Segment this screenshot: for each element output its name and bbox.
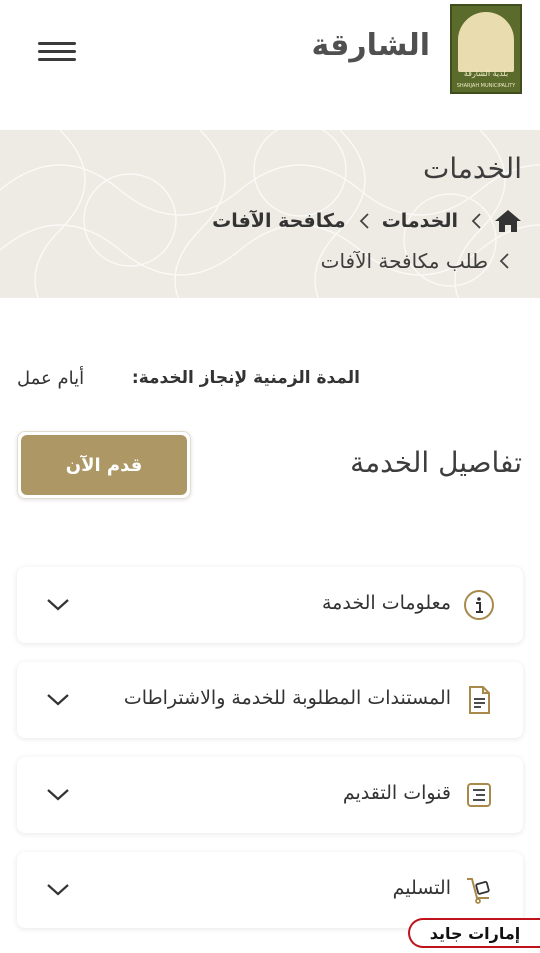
breadcrumb-current-page: طلب مكافحة الآفات: [320, 249, 488, 273]
document-icon: [469, 686, 490, 714]
hamburger-menu-icon[interactable]: [38, 40, 76, 64]
logo-emblem: [458, 12, 514, 72]
accordion-delivery[interactable]: التسليم: [17, 852, 523, 928]
sharjah-municipality-logo[interactable]: بلدية الشارقة SHARJAH MUNICIPALITY: [450, 4, 522, 94]
chevron-down-icon[interactable]: [45, 785, 71, 803]
accordion-label: قنوات التقديم: [342, 782, 451, 804]
accordion-service-info[interactable]: معلومات الخدمة: [17, 567, 523, 643]
service-duration-label: المدة الزمنية لإنجاز الخدمة:: [132, 368, 360, 388]
breadcrumb-pest-control-link[interactable]: مكافحة الآفات: [212, 210, 346, 232]
breadcrumb-services-link[interactable]: الخدمات: [382, 210, 458, 232]
breadcrumb: الخدمات مكافحة الآفات: [212, 206, 522, 236]
logo-text-en: SHARJAH MUNICIPALITY: [456, 83, 516, 89]
accordion-required-documents[interactable]: المستندات المطلوبة للخدمة والاشتراطات: [17, 662, 523, 738]
home-icon[interactable]: [494, 208, 522, 234]
accordion-application-channels[interactable]: قنوات التقديم: [17, 757, 523, 833]
delivery-icon: [467, 878, 490, 904]
chevron-left-icon: [359, 213, 369, 229]
brand-title: الشارقة: [311, 28, 430, 63]
chevron-down-icon[interactable]: [45, 880, 71, 898]
service-details-title: تفاصيل الخدمة: [350, 446, 522, 479]
duration-label: المدة الزمنية لإنجاز الخدمة:: [131, 368, 360, 388]
chevron-down-icon[interactable]: [45, 690, 71, 708]
watermark-text: إمارات جايد: [429, 923, 521, 943]
accordion-label: المستندات المطلوبة للخدمة والاشتراطات: [123, 687, 451, 709]
apply-now-button[interactable]: قدم الآن: [17, 431, 191, 499]
page-title: الخدمات: [423, 152, 522, 185]
watermark-badge: إمارات جايد: [408, 918, 540, 948]
chevron-left-icon: [471, 213, 481, 229]
page-banner: الخدمات الخدمات مكافحة الآفات طلب مكافحة…: [0, 130, 540, 298]
apply-now-label: قدم الآن: [21, 435, 187, 495]
channels-icon: [467, 783, 491, 807]
app-header: بلدية الشارقة SHARJAH MUNICIPALITY الشار…: [0, 0, 540, 130]
info-icon: [464, 590, 494, 620]
breadcrumb-current: طلب مكافحة الآفات: [321, 246, 510, 276]
logo-text-ar: بلدية الشارقة: [463, 69, 509, 78]
chevron-down-icon[interactable]: [45, 595, 71, 613]
chevron-left-icon: [499, 253, 509, 269]
accordion-label: التسليم: [392, 877, 451, 899]
service-duration-value: أيام عمل: [17, 368, 85, 389]
accordion-label: معلومات الخدمة: [321, 592, 451, 614]
